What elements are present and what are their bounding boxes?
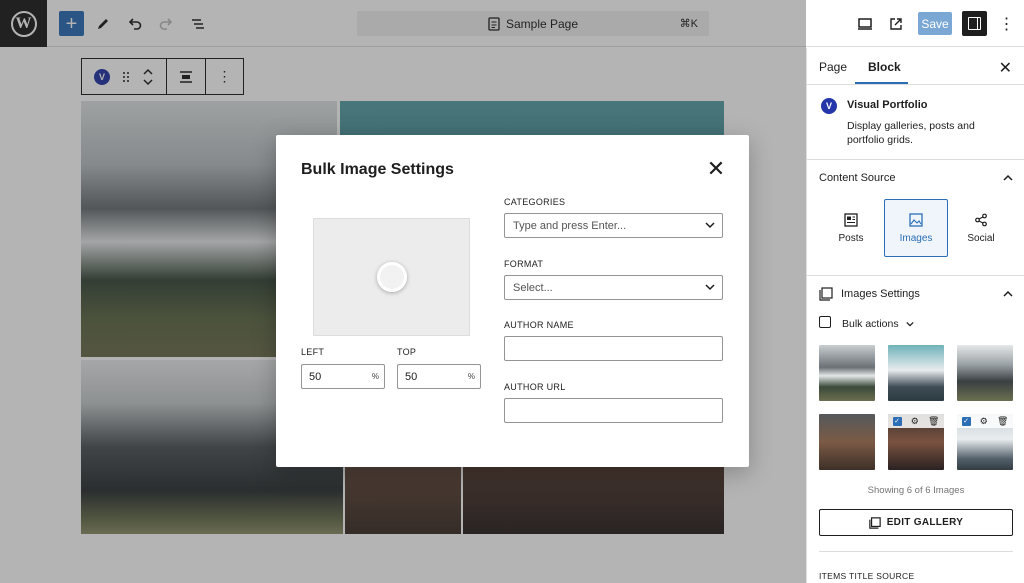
- chevron-down-icon[interactable]: [906, 320, 914, 328]
- source-images-button[interactable]: Images: [884, 199, 948, 257]
- images-count-text: Showing 6 of 6 Images: [867, 485, 965, 496]
- settings-sidebar: Page Block ✕ V Visual Portfolio Display …: [806, 48, 1024, 583]
- thumbnail-toolbar: ✓ ⚙ 🗑: [957, 414, 1013, 428]
- active-tab-indicator: [855, 82, 908, 84]
- desktop-icon: [857, 17, 872, 30]
- source-label: Posts: [838, 232, 864, 244]
- format-label: FORMAT: [504, 259, 544, 269]
- image-thumbnail[interactable]: [888, 345, 944, 401]
- author-url-input[interactable]: [504, 398, 723, 423]
- left-input[interactable]: 50 %: [301, 364, 385, 389]
- bulk-image-settings-modal: Bulk Image Settings ✕ LEFT 50 % TOP 50 %…: [276, 135, 749, 467]
- edit-gallery-label: EDIT GALLERY: [886, 517, 964, 528]
- close-icon[interactable]: ✕: [999, 58, 1012, 78]
- format-placeholder: Select...: [513, 281, 553, 294]
- format-select[interactable]: Select...: [504, 275, 723, 300]
- items-title-source-label: ITEMS TITLE SOURCE: [819, 571, 915, 581]
- images-settings-title[interactable]: Images Settings: [841, 288, 920, 300]
- author-url-label: AUTHOR URL: [504, 382, 566, 392]
- block-description: Display galleries, posts and portfolio g…: [847, 120, 975, 146]
- top-input[interactable]: 50 %: [397, 364, 481, 389]
- visual-portfolio-icon: V: [821, 98, 837, 114]
- chevron-down-icon: [705, 222, 715, 229]
- left-label: LEFT: [301, 347, 325, 357]
- sidebar-icon: [968, 17, 981, 30]
- source-options: Posts Images Social: [819, 199, 1013, 257]
- image-thumbnail[interactable]: ✓ ⚙ 🗑: [888, 414, 944, 470]
- focal-point-picker[interactable]: [313, 218, 470, 336]
- tab-page[interactable]: Page: [819, 60, 847, 74]
- preview-button[interactable]: [852, 11, 877, 36]
- source-label: Images: [899, 232, 933, 244]
- left-value: 50: [309, 370, 322, 383]
- gear-icon[interactable]: ⚙: [911, 416, 919, 427]
- image-thumbnail[interactable]: ✓ ⚙ 🗑: [957, 414, 1013, 470]
- author-name-label: AUTHOR NAME: [504, 320, 574, 330]
- bulk-select-checkbox[interactable]: [819, 316, 831, 328]
- modal-title: Bulk Image Settings: [301, 161, 454, 178]
- tab-block[interactable]: Block: [868, 60, 901, 74]
- save-button[interactable]: Save: [918, 12, 952, 35]
- gallery-icon: [868, 516, 881, 529]
- posts-icon: [844, 212, 858, 227]
- categories-placeholder: Type and press Enter...: [513, 219, 627, 232]
- top-value: 50: [405, 370, 418, 383]
- block-card: V Visual Portfolio Display galleries, po…: [807, 85, 1024, 160]
- chevron-up-icon[interactable]: [1003, 173, 1013, 183]
- options-button[interactable]: ⋮: [994, 11, 1019, 36]
- source-posts-button[interactable]: Posts: [819, 199, 883, 257]
- categories-input[interactable]: Type and press Enter...: [504, 213, 723, 238]
- image-thumbnail[interactable]: [957, 345, 1013, 401]
- author-name-input[interactable]: [504, 336, 723, 361]
- trash-icon[interactable]: 🗑: [997, 416, 1008, 427]
- categories-label: CATEGORIES: [504, 197, 566, 207]
- image-thumbnail[interactable]: [819, 345, 875, 401]
- source-label: Social: [967, 232, 995, 244]
- focal-point-handle[interactable]: [376, 262, 407, 292]
- images-icon: [909, 212, 923, 227]
- top-unit: %: [467, 372, 475, 381]
- settings-toggle-button[interactable]: [962, 11, 987, 36]
- check-icon[interactable]: ✓: [961, 416, 971, 426]
- check-icon[interactable]: ✓: [892, 416, 902, 426]
- close-icon[interactable]: ✕: [707, 158, 725, 180]
- gear-icon[interactable]: ⚙: [980, 416, 988, 427]
- thumbnail-toolbar: ✓ ⚙ 🗑: [888, 414, 944, 428]
- divider: [819, 551, 1013, 552]
- gallery-icon: [819, 287, 833, 301]
- content-source-title[interactable]: Content Source: [819, 172, 895, 184]
- bulk-actions-label[interactable]: Bulk actions: [842, 318, 899, 330]
- trash-icon[interactable]: 🗑: [928, 416, 939, 427]
- chevron-up-icon[interactable]: [1003, 289, 1013, 299]
- sidebar-tabs: Page Block ✕: [807, 48, 1024, 85]
- view-page-button[interactable]: [883, 11, 908, 36]
- top-label: TOP: [397, 347, 417, 357]
- chevron-down-icon: [705, 284, 715, 291]
- edit-gallery-button[interactable]: EDIT GALLERY: [819, 509, 1013, 536]
- image-thumbnail[interactable]: [819, 414, 875, 470]
- block-title: Visual Portfolio: [847, 99, 928, 111]
- left-unit: %: [371, 372, 379, 381]
- share-icon: [975, 213, 987, 226]
- external-link-icon: [889, 17, 902, 30]
- content-source-panel: Content Source Posts Images Social: [807, 160, 1024, 276]
- source-social-button[interactable]: Social: [949, 199, 1013, 257]
